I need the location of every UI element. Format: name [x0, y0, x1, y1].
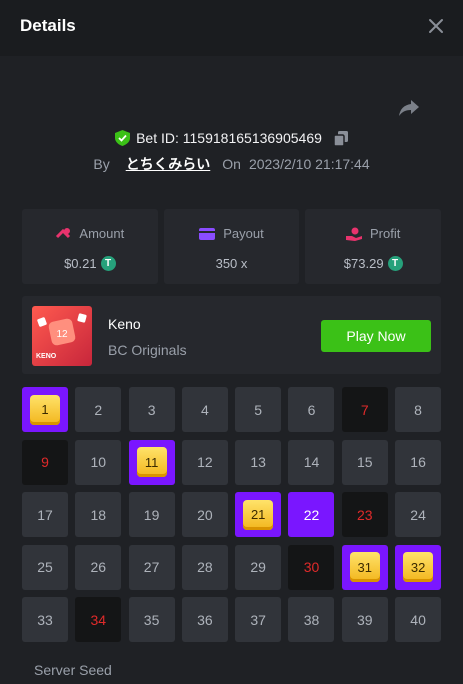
gem-icon: 31 — [349, 552, 380, 583]
gem-icon: 1 — [30, 394, 60, 425]
server-seed-label: Server Seed — [34, 662, 112, 678]
keno-cell-23: 23 — [341, 492, 388, 538]
keno-cell-9: 9 — [22, 439, 68, 485]
payout-card: Payout 350 x — [163, 209, 300, 284]
keno-cell-10: 10 — [75, 439, 122, 485]
keno-cell-38: 38 — [288, 597, 335, 643]
keno-cell-31: 31 — [341, 544, 388, 590]
keno-grid: 1 2 3 4 5 6 7 8 9 10 11 12 13 14 15 16 17 18 19 20 21 22 23 24 2… — [22, 387, 442, 643]
share-icon[interactable] — [398, 98, 420, 118]
keno-cell-17: 17 — [22, 492, 68, 538]
game-thumbnail[interactable]: 12 KENO — [32, 306, 92, 366]
payout-label: Payout — [223, 226, 264, 241]
game-name[interactable]: Keno — [108, 316, 141, 332]
bet-chips-icon — [56, 227, 71, 238]
keno-cell-7: 7 — [341, 387, 388, 432]
keno-cell-24: 24 — [395, 492, 442, 538]
shield-check-icon — [115, 130, 131, 146]
keno-cell-32: 32 — [395, 544, 442, 590]
keno-cell-12: 12 — [181, 439, 228, 485]
modal-title: Details — [20, 16, 76, 35]
keno-cell-6: 6 — [288, 387, 335, 432]
by-label: By — [93, 156, 110, 172]
svg-text:12: 12 — [56, 329, 68, 340]
keno-cell-27: 27 — [128, 544, 175, 590]
gem-icon: 11 — [136, 447, 167, 478]
keno-cell-16: 16 — [395, 439, 442, 485]
keno-cell-5: 5 — [235, 387, 282, 432]
keno-cell-22: 22 — [288, 492, 335, 538]
keno-cell-20: 20 — [181, 492, 228, 538]
hand-coin-icon — [346, 227, 362, 241]
keno-cell-29: 29 — [235, 544, 282, 590]
on-label: On — [222, 156, 241, 172]
keno-cell-33: 33 — [22, 597, 68, 643]
keno-cell-36: 36 — [181, 597, 228, 643]
game-card: 12 KENO Keno BC Originals Play Now — [22, 296, 441, 374]
bet-meta-row: By とちくみらい On 2023/2/10 21:17:44 — [0, 154, 463, 174]
user-link[interactable]: とちくみらい — [126, 154, 211, 174]
payout-value: 350 x — [215, 256, 248, 271]
keno-cell-37: 37 — [235, 597, 282, 643]
game-provider: BC Originals — [108, 342, 187, 358]
keno-cell-2: 2 — [75, 387, 122, 432]
usdt-coin-icon: T — [387, 256, 403, 271]
profit-card: Profit $73.29 T — [305, 209, 442, 284]
modal-header: Details — [0, 0, 463, 56]
bet-stats: Amount $0.21 T Payout 350 x Profit $73.2… — [22, 209, 442, 284]
close-icon[interactable] — [426, 16, 446, 36]
gem-icon: 32 — [403, 552, 434, 583]
keno-cell-21: 21 — [235, 492, 282, 538]
keno-cell-30: 30 — [288, 544, 335, 590]
bet-datetime: 2023/2/10 21:17:44 — [248, 156, 370, 172]
keno-cell-19: 19 — [128, 492, 175, 538]
copy-icon[interactable] — [333, 130, 348, 146]
profit-label: Profit — [370, 226, 401, 241]
amount-value: $0.21 — [64, 256, 97, 271]
keno-cell-15: 15 — [341, 439, 388, 485]
keno-cell-13: 13 — [235, 439, 282, 485]
wallet-icon — [199, 228, 216, 240]
amount-label: Amount — [79, 226, 125, 241]
keno-cell-1: 1 — [22, 387, 68, 432]
keno-cell-34: 34 — [75, 597, 122, 643]
keno-cell-25: 25 — [22, 544, 68, 590]
keno-cell-35: 35 — [128, 597, 175, 643]
keno-cell-8: 8 — [395, 387, 442, 432]
amount-card: Amount $0.21 T — [22, 209, 158, 284]
keno-cell-26: 26 — [75, 544, 122, 590]
keno-cell-11: 11 — [128, 439, 175, 485]
bet-id-row: Bet ID: 115918165136905469 — [0, 128, 463, 148]
keno-cell-14: 14 — [288, 439, 335, 485]
keno-cell-4: 4 — [181, 387, 228, 432]
thumbnail-label: KENO — [36, 353, 57, 360]
play-now-button[interactable]: Play Now — [321, 320, 431, 352]
profit-value: $73.29 — [343, 256, 384, 271]
keno-cell-3: 3 — [128, 387, 175, 432]
keno-cell-40: 40 — [395, 597, 442, 643]
keno-cell-18: 18 — [75, 492, 122, 538]
bet-id: Bet ID: 115918165136905469 — [136, 130, 322, 146]
keno-cell-39: 39 — [341, 597, 388, 643]
gem-icon: 21 — [243, 499, 274, 530]
usdt-coin-icon: T — [100, 256, 116, 271]
keno-cell-28: 28 — [181, 544, 228, 590]
